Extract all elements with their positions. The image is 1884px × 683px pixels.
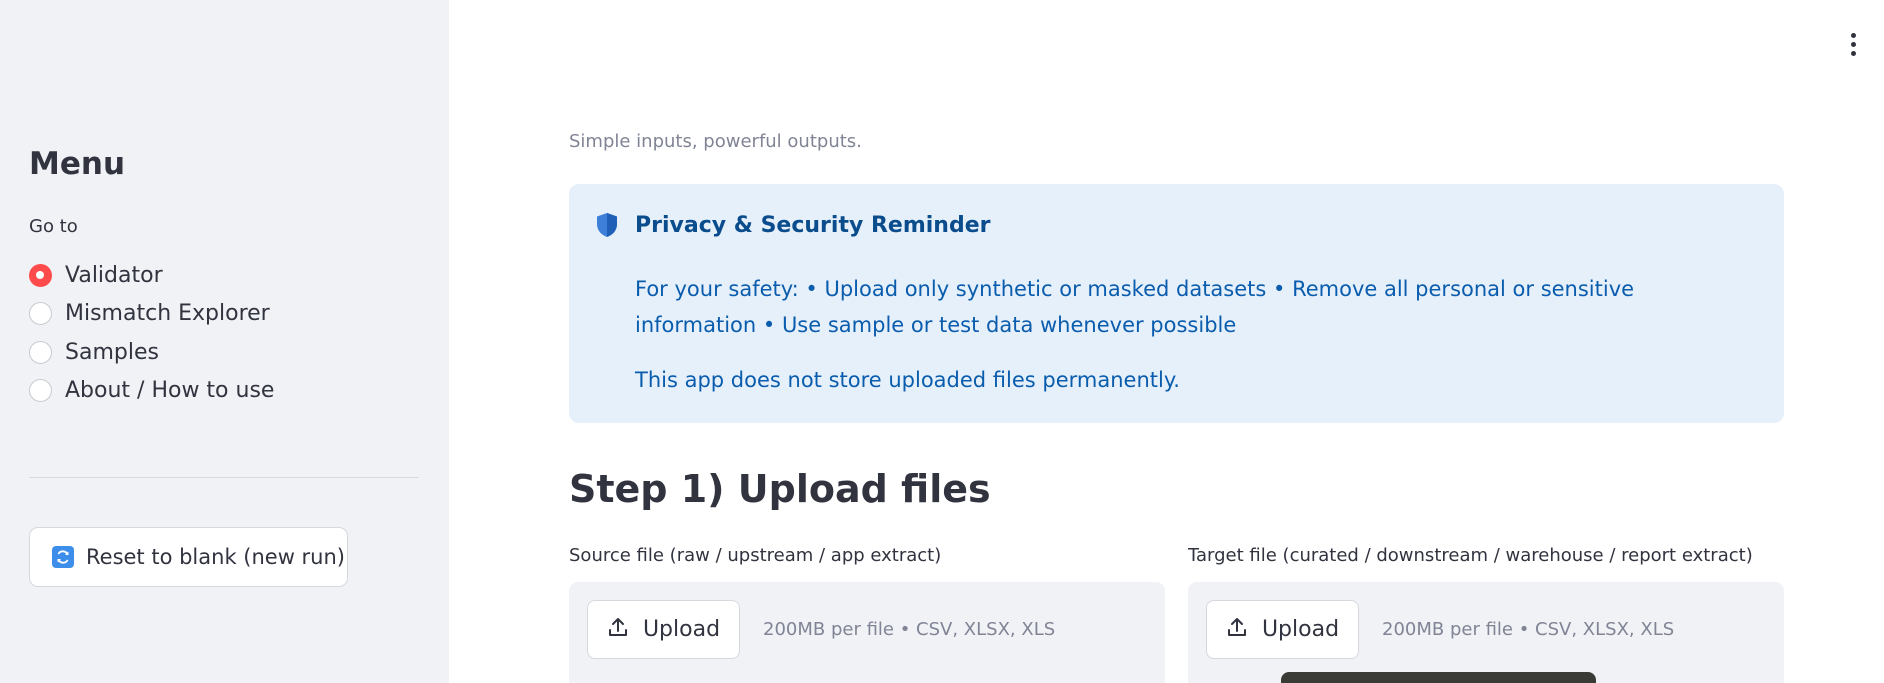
nav-item-validator[interactable]: Validator	[29, 256, 274, 295]
privacy-body: For your safety: • Upload only synthetic…	[635, 277, 1635, 337]
floating-overlay-bar	[1281, 672, 1596, 683]
nav-item-mismatch-explorer[interactable]: Mismatch Explorer	[29, 295, 274, 334]
sidebar: Menu Go to Validator Mismatch Explorer S…	[0, 0, 449, 683]
page-subtitle: Simple inputs, powerful outputs.	[569, 131, 862, 152]
privacy-title: Privacy & Security Reminder	[635, 213, 991, 238]
nav-item-samples[interactable]: Samples	[29, 333, 274, 372]
radio-unselected-icon[interactable]	[29, 302, 52, 326]
upload-icon	[607, 616, 629, 644]
shield-icon	[595, 212, 619, 242]
target-upload-button[interactable]: Upload	[1206, 600, 1359, 659]
nav-item-label: About / How to use	[65, 378, 275, 404]
more-options-icon[interactable]	[1851, 33, 1856, 56]
nav-radio-group: Validator Mismatch Explorer Samples Abou…	[29, 256, 274, 410]
upload-button-label: Upload	[642, 617, 721, 642]
target-file-label: Target file (curated / downstream / ware…	[1188, 545, 1753, 566]
nav-item-about[interactable]: About / How to use	[29, 372, 274, 411]
reset-button-label: Reset to blank (new run)	[86, 545, 345, 569]
nav-item-label: Mismatch Explorer	[65, 301, 270, 327]
sidebar-title: Menu	[29, 146, 126, 182]
upload-hint: 200MB per file • CSV, XLSX, XLS	[763, 619, 1056, 640]
app-window: Menu Go to Validator Mismatch Explorer S…	[0, 0, 1884, 683]
step-heading: Step 1) Upload files	[569, 467, 991, 511]
source-file-label: Source file (raw / upstream / app extrac…	[569, 545, 942, 566]
radio-selected-icon[interactable]	[29, 263, 52, 287]
upload-button-label: Upload	[1261, 617, 1340, 642]
main-content: Simple inputs, powerful outputs. Privacy…	[449, 0, 1884, 683]
nav-item-label: Samples	[65, 339, 159, 365]
radio-unselected-icon[interactable]	[29, 340, 52, 364]
reset-button[interactable]: Reset to blank (new run)	[29, 527, 348, 587]
goto-label: Go to	[29, 216, 78, 237]
nav-item-label: Validator	[65, 262, 163, 288]
refresh-icon	[52, 546, 74, 568]
source-upload-button[interactable]: Upload	[587, 600, 740, 659]
upload-icon	[1226, 616, 1248, 644]
upload-hint: 200MB per file • CSV, XLSX, XLS	[1382, 619, 1675, 640]
privacy-info-box: Privacy & Security Reminder For your saf…	[569, 184, 1784, 423]
sidebar-divider	[29, 477, 419, 478]
target-file-dropzone[interactable]: Upload 200MB per file • CSV, XLSX, XLS	[1188, 582, 1784, 683]
radio-unselected-icon[interactable]	[29, 379, 52, 403]
source-file-dropzone[interactable]: Upload 200MB per file • CSV, XLSX, XLS	[569, 582, 1165, 683]
privacy-note: This app does not store uploaded files p…	[635, 368, 1180, 392]
